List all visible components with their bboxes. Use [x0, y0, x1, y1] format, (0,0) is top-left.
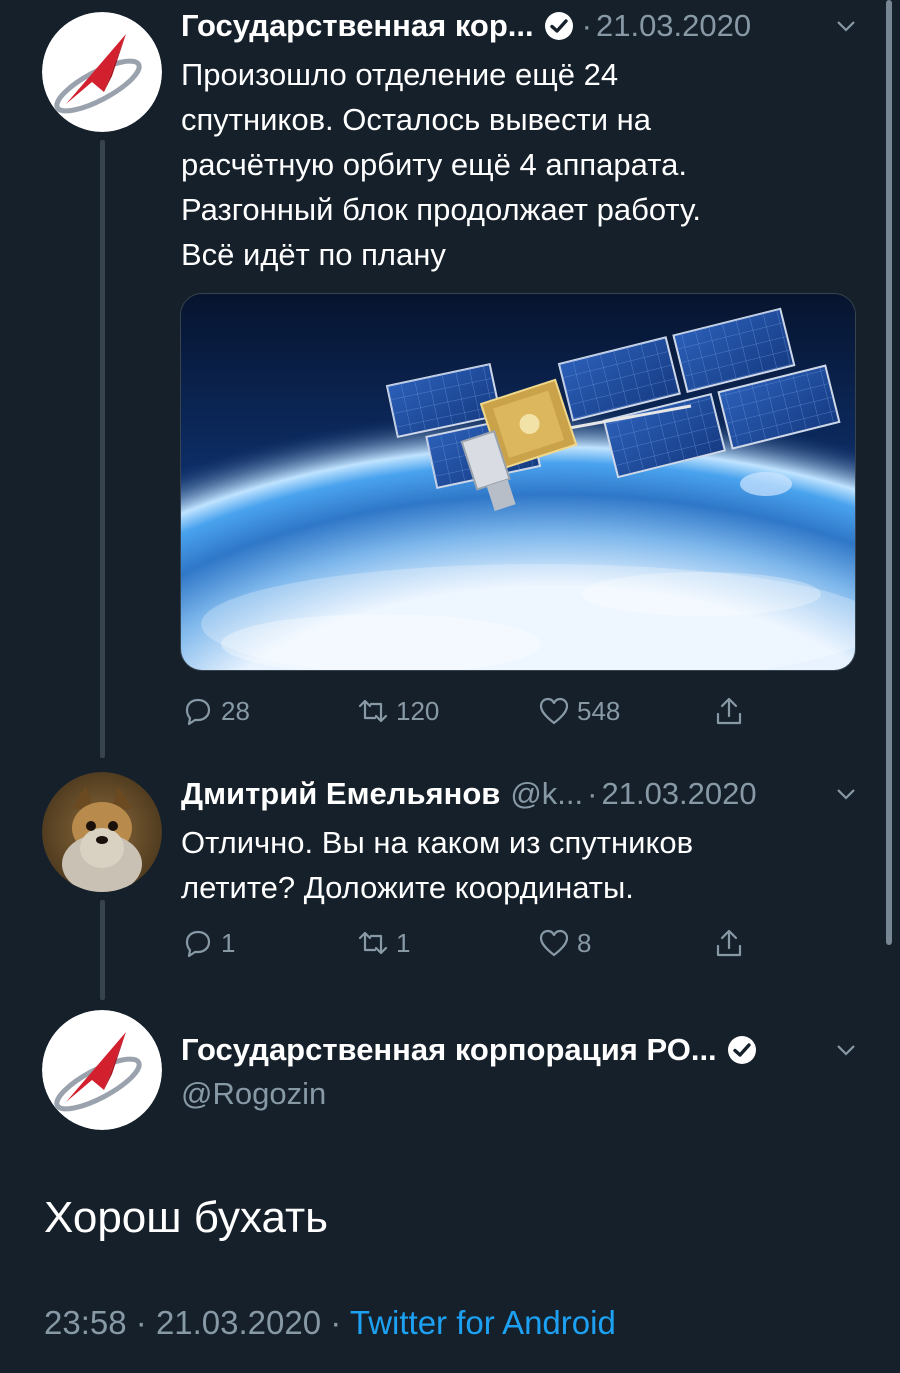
- reply-icon: [185, 930, 211, 958]
- retweet-button[interactable]: 1: [356, 926, 410, 960]
- reply-count: 28: [221, 695, 250, 726]
- tweet-text: Отлично. Вы на каком из спутников летите…: [181, 820, 693, 910]
- satellite-image: [181, 294, 855, 670]
- user-handle[interactable]: @k...: [510, 774, 583, 814]
- display-name[interactable]: Государственная кор...: [181, 6, 534, 46]
- heart-icon: [539, 697, 569, 725]
- tweet-text-line: Всё идёт по плану: [181, 237, 446, 272]
- share-button[interactable]: [712, 926, 752, 960]
- main-tweet-header: Государственная корпорация РО...: [181, 1030, 765, 1070]
- separator-dot: ·: [135, 1304, 147, 1341]
- tweet-header: Дмитрий Емельянов @k... · 21.03.2020: [181, 774, 757, 814]
- tweet-date[interactable]: 21.03.2020: [596, 6, 751, 46]
- thread-line: [100, 900, 105, 1000]
- retweet-icon: [358, 699, 388, 723]
- tweet-text-line: Произошло отделение ещё 24: [181, 57, 619, 92]
- chevron-down-icon[interactable]: [834, 14, 858, 38]
- avatar-user[interactable]: [42, 772, 162, 892]
- tweet-text-line: расчётную орбиту ещё 4 аппарата.: [181, 147, 687, 182]
- retweet-count: 1: [396, 927, 411, 958]
- like-button[interactable]: 8: [537, 926, 591, 960]
- separator-dot: ·: [330, 1304, 342, 1341]
- avatar-roscosmos[interactable]: [42, 1010, 162, 1130]
- separator-dot: ·: [581, 8, 592, 43]
- scrollbar[interactable]: [886, 0, 892, 945]
- reply-button[interactable]: 28: [181, 694, 250, 728]
- reply-icon: [185, 698, 211, 726]
- reply-button[interactable]: 1: [181, 926, 235, 960]
- tweet-actions: 28 120 548: [181, 694, 781, 734]
- tweet-text-line: Отлично. Вы на каком из спутников: [181, 825, 694, 860]
- tweet-header: Государственная кор... · 21.03.2020: [181, 6, 751, 46]
- separator-dot: ·: [587, 776, 598, 811]
- tweet-text-line: спутников. Осталось вывести на: [181, 102, 652, 137]
- tweet-date: 21.03.2020: [155, 1304, 322, 1341]
- user-handle[interactable]: @Rogozin: [181, 1074, 326, 1114]
- chevron-down-icon[interactable]: [834, 782, 858, 806]
- main-tweet-handle-row: @Rogozin: [181, 1074, 326, 1114]
- verified-badge-icon: [727, 1035, 757, 1065]
- reply-count: 1: [221, 927, 236, 958]
- tweet-time: 23:58: [44, 1304, 127, 1341]
- display-name[interactable]: Государственная корпорация РО...: [181, 1030, 717, 1070]
- share-icon: [716, 929, 742, 957]
- heart-icon: [539, 929, 569, 957]
- roscosmos-logo-icon: [42, 1010, 162, 1130]
- tweet-text-line: Разгонный блок продолжает работу.: [181, 192, 701, 227]
- avatar-roscosmos[interactable]: [42, 12, 162, 132]
- retweet-button[interactable]: 120: [356, 694, 439, 728]
- tweet-media-image[interactable]: [180, 293, 856, 671]
- like-count: 8: [577, 927, 592, 958]
- dog-avatar-icon: [42, 772, 162, 892]
- display-name[interactable]: Дмитрий Емельянов: [181, 774, 500, 814]
- tweet-text-line: летите? Доложите координаты.: [181, 870, 634, 905]
- thread-line: [100, 140, 105, 758]
- tweet-actions: 1 1 8: [181, 926, 781, 966]
- tweet-meta: 23:58 · 21.03.2020 · Twitter for Android: [44, 1300, 616, 1346]
- tweet-text: Произошло отделение ещё 24 спутников. Ос…: [181, 52, 701, 277]
- roscosmos-logo-icon: [42, 12, 162, 132]
- verified-badge-icon: [544, 11, 574, 41]
- tweet-date[interactable]: 21.03.2020: [601, 774, 756, 814]
- like-count: 548: [577, 695, 621, 726]
- tweet-source-link[interactable]: Twitter for Android: [350, 1304, 616, 1341]
- share-icon: [716, 697, 742, 725]
- share-button[interactable]: [712, 694, 752, 728]
- retweet-count: 120: [396, 695, 440, 726]
- chevron-down-icon[interactable]: [834, 1038, 858, 1062]
- retweet-icon: [358, 931, 388, 955]
- like-button[interactable]: 548: [537, 694, 620, 728]
- main-tweet-text: Хорош бухать: [44, 1193, 329, 1242]
